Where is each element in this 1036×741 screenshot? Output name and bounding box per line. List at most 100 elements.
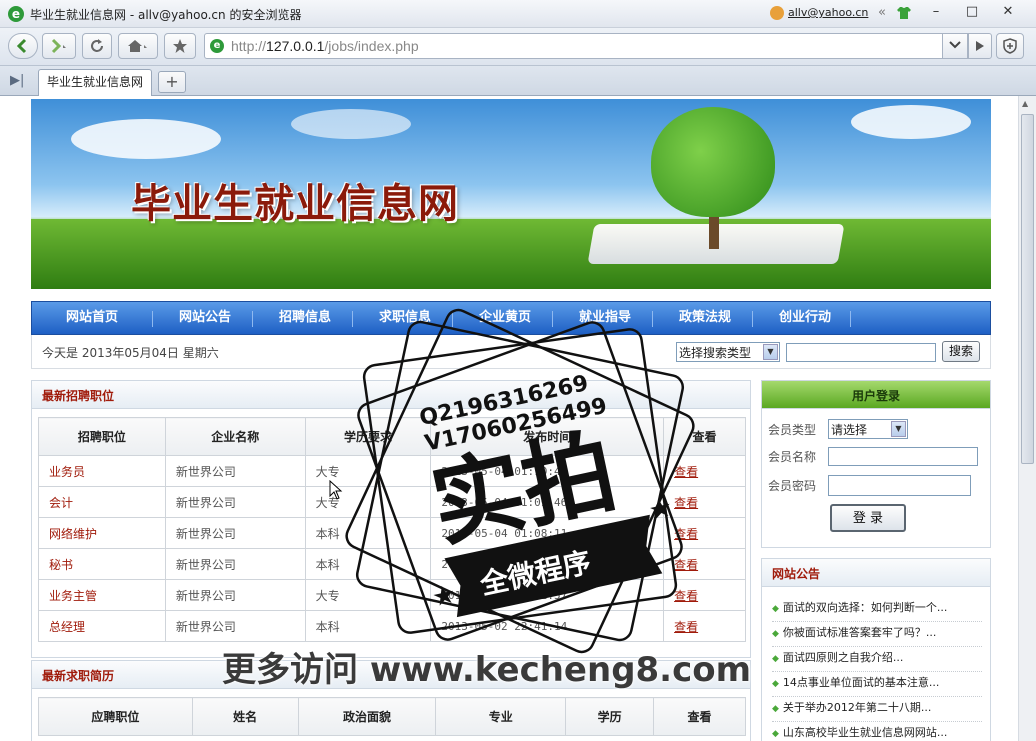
- col-header: 学历要求: [304, 417, 432, 456]
- user-email[interactable]: allv@yahoo.cn: [788, 6, 868, 19]
- go-button[interactable]: [968, 33, 992, 59]
- tab-active[interactable]: 毕业生就业信息网: [38, 69, 152, 96]
- company-name: 新世界公司: [164, 455, 306, 487]
- scroll-up-icon[interactable]: ▲: [1022, 99, 1028, 108]
- menu-item-policy[interactable]: 政策法规: [655, 302, 755, 334]
- notice-item[interactable]: ◆ 14点事业单位面试的基本注意...: [772, 672, 982, 697]
- refresh-icon: [91, 39, 103, 52]
- member-name-input[interactable]: [828, 447, 978, 466]
- post-time: 2013-05-04 01:09:46: [430, 486, 665, 518]
- address-bar[interactable]: e http://127.0.0.1/jobs/index.php: [204, 33, 968, 59]
- new-tab-button[interactable]: +: [158, 71, 186, 93]
- home-button[interactable]: [118, 33, 158, 59]
- chevron-down-icon: ▼: [891, 421, 906, 437]
- search-button[interactable]: 搜索: [942, 341, 980, 362]
- login-title: 用户登录: [851, 389, 900, 403]
- watermark-footer-text: 更多访问 www.kecheng8.com: [222, 650, 752, 690]
- notice-item[interactable]: ◆ 面试四原则之自我介绍...: [772, 647, 982, 672]
- favorites-button[interactable]: [164, 33, 196, 59]
- education: 本科: [304, 517, 432, 549]
- job-title-link[interactable]: 网络维护: [38, 517, 166, 549]
- member-password-label: 会员密码: [768, 479, 817, 493]
- window-titlebar: e 毕业生就业信息网 - allv@yahoo.cn 的安全浏览器 allv@y…: [0, 0, 1036, 28]
- today-date-text: 今天是 2013年05月04日 星期六: [42, 346, 219, 360]
- search-type-select[interactable]: 选择搜索类型 ▼: [676, 342, 780, 362]
- url-dropdown-button[interactable]: [942, 33, 968, 59]
- member-type-select[interactable]: 请选择 ▼: [828, 419, 908, 439]
- site-banner: 毕业生就业信息网: [31, 99, 991, 289]
- notice-item[interactable]: ◆ 你被面试标准答案套牢了吗？...: [772, 622, 982, 647]
- company-name: 新世界公司: [164, 610, 306, 642]
- menu-item-companies[interactable]: 企业黄页: [455, 302, 555, 334]
- back-button[interactable]: [8, 33, 38, 59]
- jobs-table: 招聘职位 企业名称 学历要求 发布时间 查看 业务员 新世界公司 大专 2013…: [38, 417, 746, 642]
- main-menu: 网站首页 网站公告 招聘信息 求职信息 企业黄页 就业指导 政策法规 创业行动: [31, 301, 991, 335]
- col-header: 学历: [565, 697, 655, 736]
- collapse-icon[interactable]: «: [878, 5, 886, 20]
- view-link[interactable]: 查看: [663, 455, 746, 487]
- col-header: 发布时间: [430, 417, 665, 456]
- refresh-button[interactable]: [82, 33, 112, 59]
- job-title-link[interactable]: 总经理: [38, 610, 166, 642]
- sidebar-toggle-icon[interactable]: ▶|: [10, 73, 24, 88]
- col-header: 政治面貌: [297, 697, 437, 736]
- chevron-down-icon: [949, 41, 961, 49]
- bullet-icon: ◆: [772, 629, 779, 639]
- menu-item-guide[interactable]: 就业指导: [555, 302, 655, 334]
- navigation-toolbar: e http://127.0.0.1/jobs/index.php: [0, 28, 1036, 66]
- col-header: 应聘职位: [38, 697, 193, 736]
- scroll-thumb[interactable]: [1021, 114, 1034, 464]
- view-link[interactable]: 查看: [663, 548, 746, 580]
- view-link[interactable]: 查看: [663, 486, 746, 518]
- login-button[interactable]: 登 录: [830, 504, 906, 532]
- member-password-input[interactable]: [828, 475, 971, 496]
- security-shield-button[interactable]: [996, 33, 1024, 59]
- menu-item-seek[interactable]: 求职信息: [355, 302, 455, 334]
- post-time: 2013-05-02 22:41:14: [430, 610, 665, 642]
- post-time: 2013-05-04 01:10:43: [430, 455, 665, 487]
- latest-jobs-title: 最新招聘职位: [42, 389, 115, 403]
- member-name-label: 会员名称: [768, 450, 817, 464]
- site-notice-panel: 网站公告 ◆ 面试的双向选择：如何判断一个... ◆ 你被面试标准答案套牢了吗？..…: [761, 558, 991, 741]
- col-header: 查看: [663, 417, 746, 456]
- view-link[interactable]: 查看: [663, 610, 746, 642]
- bullet-icon: ◆: [772, 704, 779, 714]
- notice-item[interactable]: ◆ 山东高校毕业生就业信息网网站...: [772, 722, 982, 741]
- forward-button[interactable]: [42, 33, 76, 59]
- job-title-link[interactable]: 业务主管: [38, 579, 166, 611]
- company-name: 新世界公司: [164, 486, 306, 518]
- tab-strip: ▶| 毕业生就业信息网 +: [0, 66, 1036, 96]
- menu-item-startup[interactable]: 创业行动: [755, 302, 855, 334]
- job-title-link[interactable]: 会计: [38, 486, 166, 518]
- menu-item-notice[interactable]: 网站公告: [155, 302, 255, 334]
- vertical-scrollbar[interactable]: ▲: [1018, 96, 1036, 741]
- job-title-link[interactable]: 秘书: [38, 548, 166, 580]
- skin-shirt-icon[interactable]: [896, 5, 912, 21]
- post-time: 2013-05-04 01:08:30: [430, 548, 665, 580]
- bullet-icon: ◆: [772, 729, 779, 739]
- notice-item[interactable]: ◆ 面试的双向选择：如何判断一个...: [772, 597, 982, 622]
- menu-item-jobs[interactable]: 招聘信息: [255, 302, 355, 334]
- table-row: 秘书 新世界公司 本科 2013-05-04 01:08:30 查看: [38, 548, 746, 580]
- table-row: 会计 新世界公司 大专 2013-05-04 01:09:46 查看: [38, 486, 746, 518]
- latest-resumes-title: 最新求职简历: [42, 669, 115, 683]
- maximize-button[interactable]: □: [958, 2, 986, 22]
- info-bar: 今天是 2013年05月04日 星期六 选择搜索类型 ▼ 搜索: [31, 335, 991, 369]
- view-link[interactable]: 查看: [663, 517, 746, 549]
- post-time: 2013-05-04 01:08:11: [430, 517, 665, 549]
- company-name: 新世界公司: [164, 548, 306, 580]
- browser-logo-icon: e: [8, 6, 24, 22]
- url-text[interactable]: http://127.0.0.1/jobs/index.php: [231, 38, 419, 54]
- post-time: 2013-05-02 22:42:57: [430, 579, 665, 611]
- close-button[interactable]: ✕: [994, 2, 1022, 22]
- search-input[interactable]: [786, 343, 936, 362]
- chevron-down-icon: ▼: [763, 344, 778, 360]
- user-account[interactable]: allv@yahoo.cn: [770, 6, 868, 20]
- menu-item-home[interactable]: 网站首页: [42, 302, 142, 334]
- back-arrow-icon: [16, 38, 27, 54]
- notice-item[interactable]: ◆ 关于举办2012年第二十八期...: [772, 697, 982, 722]
- view-link[interactable]: 查看: [663, 579, 746, 611]
- bullet-icon: ◆: [772, 604, 779, 614]
- job-title-link[interactable]: 业务员: [38, 455, 166, 487]
- minimize-button[interactable]: –: [922, 2, 950, 22]
